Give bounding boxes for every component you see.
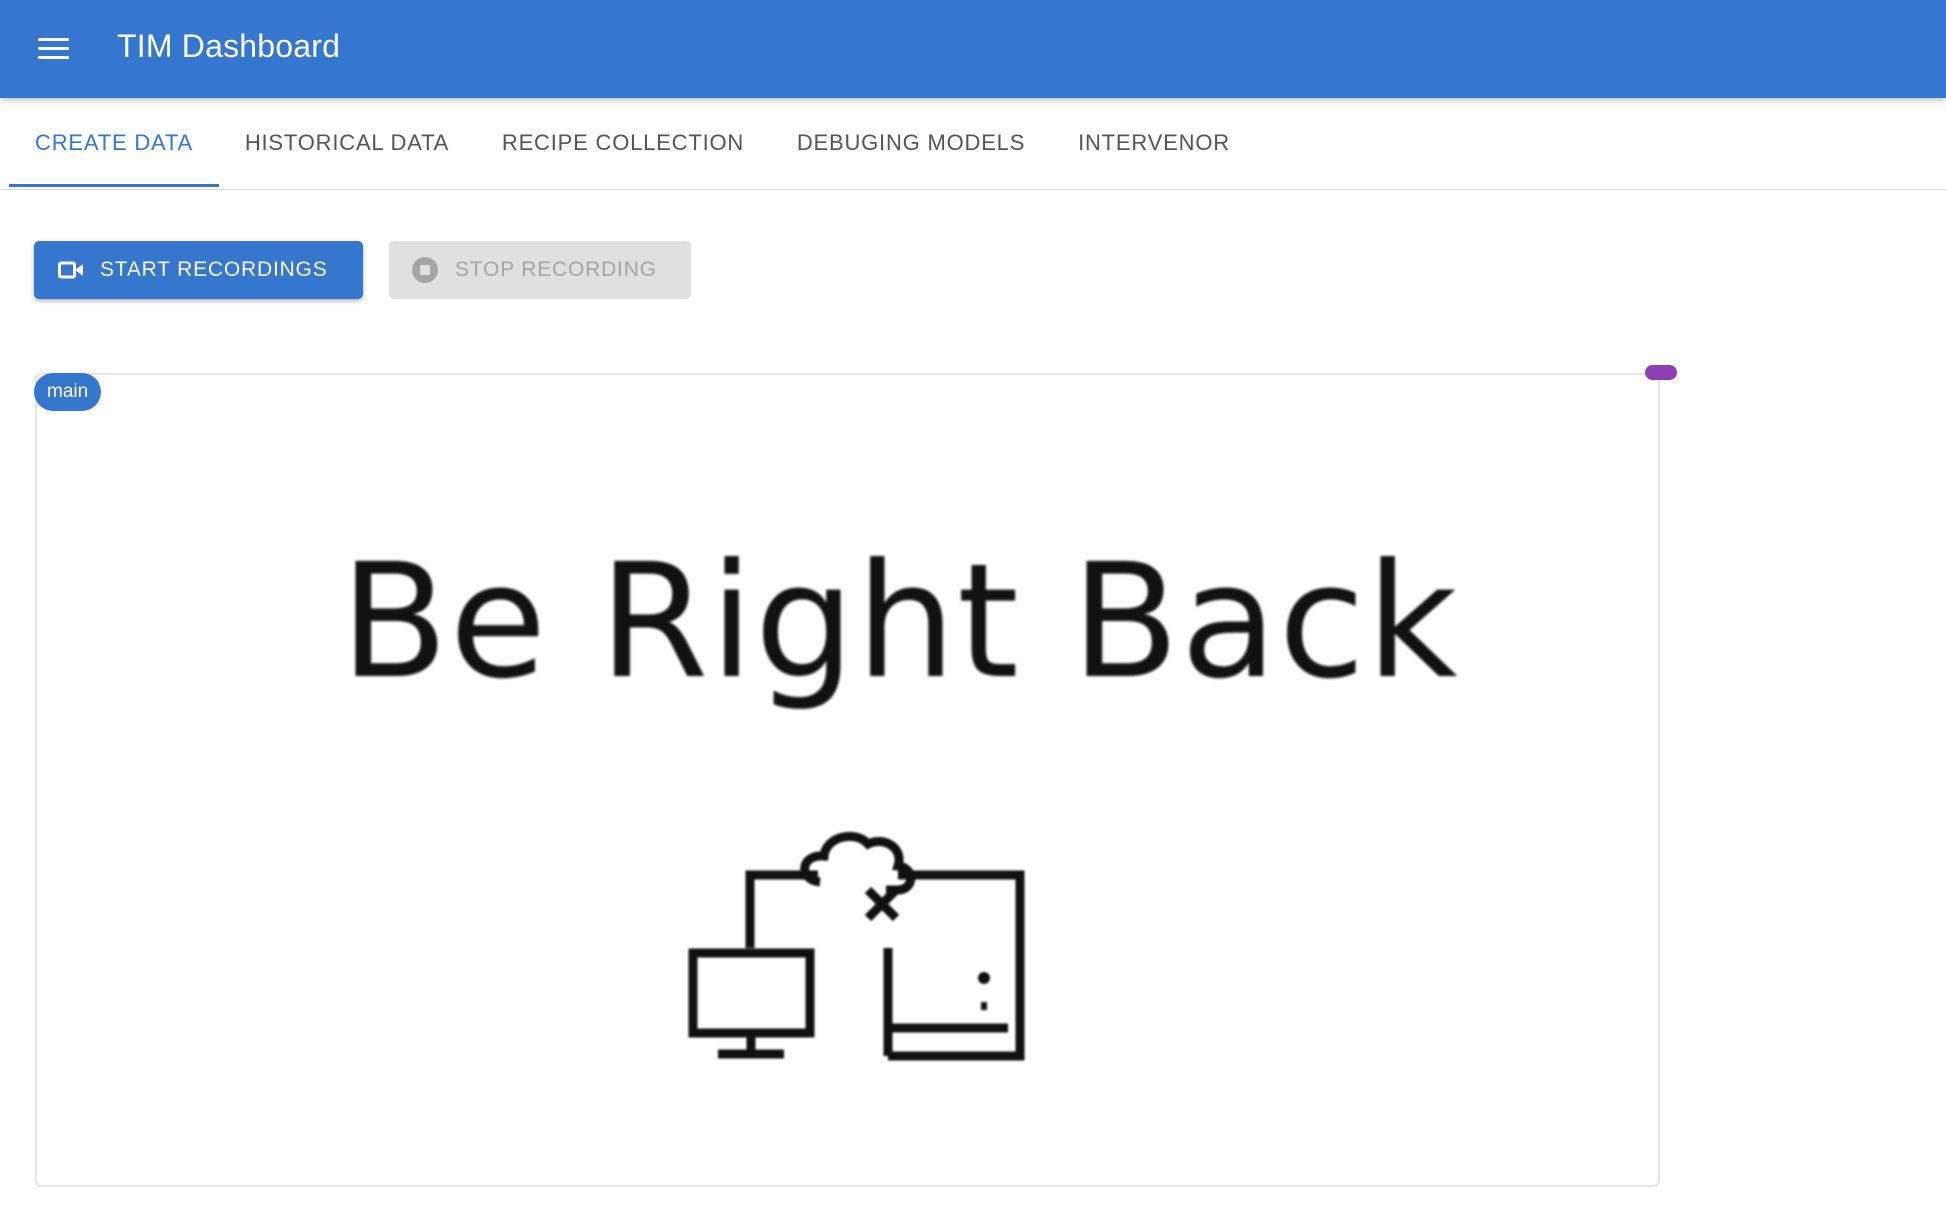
- videocam-icon: [58, 261, 84, 279]
- disconnected-devices-icon: [688, 830, 1028, 1066]
- stop-recording-label: STOP RECORDING: [455, 258, 657, 281]
- active-tab-indicator: [9, 184, 219, 187]
- app-bar: TIM Dashboard: [0, 0, 1946, 98]
- tab-debuging-models[interactable]: DEBUGING MODELS: [771, 98, 1051, 188]
- tab-intervenor[interactable]: INTERVENOR: [1051, 98, 1257, 188]
- stream-status-indicator: [1645, 365, 1677, 380]
- tab-recipe-collection[interactable]: RECIPE COLLECTION: [475, 98, 771, 188]
- stream-name-badge: main: [34, 373, 102, 411]
- start-recordings-label: START RECORDINGS: [100, 258, 328, 281]
- stop-recording-button[interactable]: STOP RECORDING: [389, 241, 691, 299]
- stop-circle-icon: [411, 256, 439, 284]
- app-title: TIM Dashboard: [117, 28, 341, 64]
- tab-historical-data[interactable]: HISTORICAL DATA: [219, 98, 475, 188]
- be-right-back-text: Be Right Back: [340, 530, 1459, 714]
- tab-bar: CREATE DATA HISTORICAL DATA RECIPE COLLE…: [0, 98, 1946, 190]
- menu-icon[interactable]: [34, 29, 72, 67]
- tab-create-data[interactable]: CREATE DATA: [9, 98, 219, 188]
- start-recordings-button[interactable]: START RECORDINGS: [34, 241, 363, 299]
